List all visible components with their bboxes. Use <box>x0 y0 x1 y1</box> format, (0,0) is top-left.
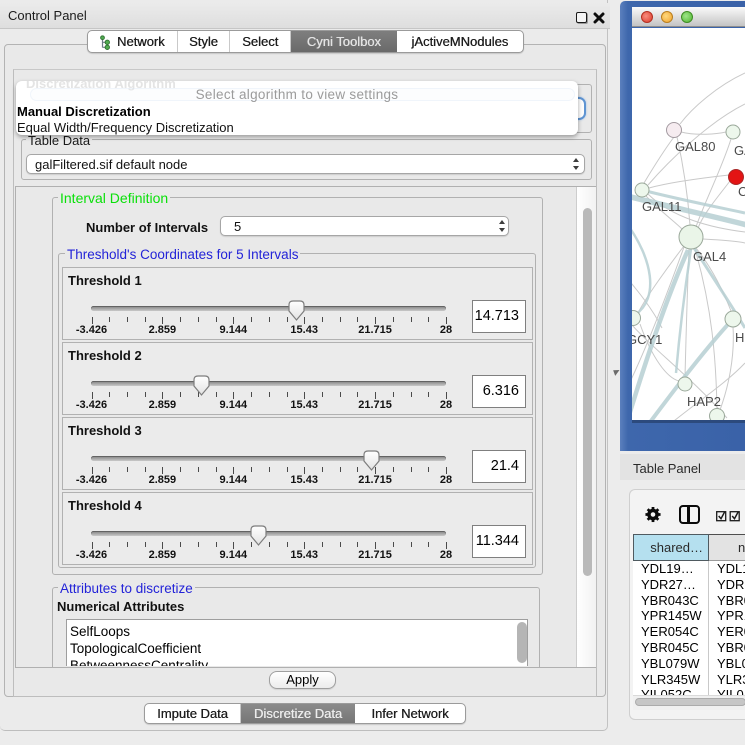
svg-text:C: C <box>738 184 745 199</box>
svg-text:GAL11: GAL11 <box>642 199 682 214</box>
svg-text:GAL80: GAL80 <box>675 139 715 154</box>
svg-text:GA: GA <box>734 143 745 158</box>
svg-text:H: H <box>735 330 744 345</box>
svg-text:GCY1: GCY1 <box>632 332 662 347</box>
svg-text:HAP2: HAP2 <box>687 394 721 409</box>
svg-text:GAL4: GAL4 <box>693 249 726 264</box>
